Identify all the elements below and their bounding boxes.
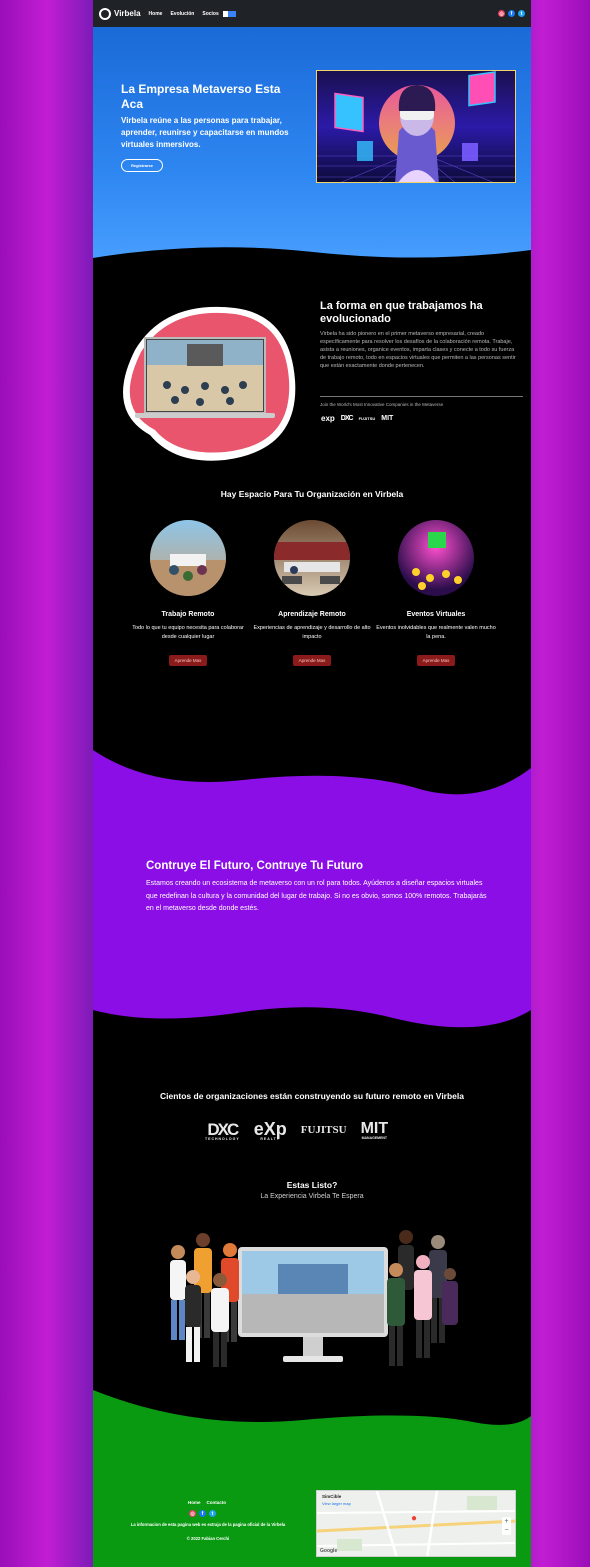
site-header: Virbela Home Evolución Socios ◎ f t bbox=[93, 0, 531, 27]
future-title: Contruye El Futuro, Contruye Tu Futuro bbox=[146, 860, 363, 872]
card-title: Eventos Virtuales bbox=[406, 611, 466, 618]
theme-toggle[interactable] bbox=[222, 10, 236, 17]
card-remote-learning: Aprendizaje Remoto Experiencias de apren… bbox=[252, 520, 372, 667]
learn-more-button[interactable]: Aprende Mas bbox=[168, 655, 208, 666]
card-text: Eventos inolvidables que realmente valen… bbox=[376, 625, 496, 640]
ready-subtitle: La Experiencia Virbela Te Espera bbox=[260, 1193, 364, 1200]
card-title: Aprendizaje Remoto bbox=[278, 611, 346, 618]
footer-socials: ◎ f t bbox=[189, 1510, 216, 1517]
card-virtual-events: Eventos Virtuales Eventos inolvidables q… bbox=[376, 520, 496, 667]
future-body: Estamos creando un ecosistema de metaver… bbox=[146, 880, 487, 912]
org-logo-fujitsu: FUJITSU bbox=[300, 1124, 347, 1137]
evolved-title: La forma en que trabajamos ha evoluciona… bbox=[320, 300, 483, 325]
register-button[interactable]: Registrarse bbox=[121, 159, 163, 172]
card-title: Trabajo Remoto bbox=[161, 611, 215, 618]
virtual-events-image bbox=[398, 520, 474, 596]
map-pin-icon: ● bbox=[411, 1513, 418, 1524]
partner-logo-fujitsu: FUJITSU bbox=[358, 416, 376, 421]
facebook-icon[interactable]: f bbox=[508, 10, 515, 17]
nav-evolucion[interactable]: Evolución bbox=[170, 11, 194, 17]
remote-work-image bbox=[150, 520, 226, 596]
footer-info: La informacion de esta pagina web es ext… bbox=[130, 1522, 286, 1527]
card-text: Experiencias de aprendizaje y desarrollo… bbox=[253, 625, 371, 640]
brand-name: Virbela bbox=[114, 9, 141, 18]
map-place-name: SimCible bbox=[322, 1494, 342, 1499]
footer-nav: Home Contacto bbox=[188, 1500, 226, 1505]
virbela-logo-icon bbox=[99, 7, 111, 20]
evolved-join-text: Join the World's Most Innovative Compani… bbox=[320, 402, 444, 407]
remote-learning-image bbox=[274, 520, 350, 596]
main-nav: Home Evolución Socios bbox=[149, 11, 219, 17]
hero-subtitle: Virbela reúne a las personas para trabaj… bbox=[121, 116, 289, 149]
card-remote-work: Trabajo Remoto Todo lo que tu equipo nec… bbox=[128, 520, 248, 667]
evolved-partner-logos: exp DXC FUJITSU MIT bbox=[321, 414, 393, 423]
footer-nav-home[interactable]: Home bbox=[188, 1500, 201, 1505]
hero-title: La Empresa Metaverso Esta Aca bbox=[121, 82, 281, 111]
instagram-icon[interactable]: ◎ bbox=[189, 1510, 196, 1517]
partner-logo-exp: exp bbox=[321, 414, 335, 423]
footer-nav-contacto[interactable]: Contacto bbox=[207, 1500, 227, 1505]
instagram-icon[interactable]: ◎ bbox=[498, 10, 505, 17]
twitter-icon[interactable]: t bbox=[209, 1510, 216, 1517]
laptop-illustration bbox=[105, 300, 305, 465]
twitter-icon[interactable]: t bbox=[518, 10, 525, 17]
partner-logo-mit: MIT bbox=[381, 415, 394, 422]
embedded-map[interactable]: SimCible View larger map ● Google + − bbox=[316, 1490, 516, 1557]
hero-image bbox=[316, 70, 516, 183]
learn-more-button[interactable]: Aprende Mas bbox=[292, 655, 332, 666]
brand-logo[interactable]: Virbela bbox=[99, 7, 141, 20]
avatars-monitor-illustration bbox=[158, 1222, 468, 1372]
orgs-title: Cientos de organizaciones están construy… bbox=[159, 1091, 464, 1101]
org-logo-exp: eXp REALTY bbox=[253, 1119, 287, 1141]
org-logo-mit: MIT MANAGEMENT bbox=[360, 1120, 389, 1140]
map-larger-link[interactable]: View larger map bbox=[322, 1501, 351, 1506]
divider bbox=[320, 396, 523, 397]
map-zoom-controls[interactable]: + − bbox=[502, 1517, 511, 1535]
evolved-body: Virbela ha sido pionero en el primer met… bbox=[320, 331, 516, 369]
hero-section: La Empresa Metaverso Esta Aca Virbela re… bbox=[93, 27, 531, 267]
org-logo-dxc: DXC TECHNOLOGY bbox=[205, 1119, 240, 1141]
ready-title: Estas Listo? bbox=[286, 1180, 338, 1190]
header-socials: ◎ f t bbox=[498, 10, 525, 17]
map-google-label: Google bbox=[320, 1548, 338, 1554]
page: Virbela Home Evolución Socios ◎ f t La E… bbox=[93, 0, 531, 1567]
orgs-logos: DXC TECHNOLOGY eXp REALTY FUJITSU MIT MA… bbox=[205, 1120, 388, 1142]
nav-home[interactable]: Home bbox=[149, 11, 163, 17]
card-text: Todo lo que tu equipo necesita para cola… bbox=[132, 625, 244, 640]
footer-copyright: © 2022 Fabian Cerchi bbox=[186, 1536, 230, 1541]
learn-more-button[interactable]: Aprende Mas bbox=[416, 655, 456, 666]
hero-wave-divider bbox=[93, 247, 531, 280]
space-title: Hay Espacio Para Tu Organización en Virb… bbox=[220, 489, 404, 499]
partner-logo-dxc: DXC bbox=[340, 415, 354, 422]
nav-socios[interactable]: Socios bbox=[202, 11, 218, 17]
facebook-icon[interactable]: f bbox=[199, 1510, 206, 1517]
